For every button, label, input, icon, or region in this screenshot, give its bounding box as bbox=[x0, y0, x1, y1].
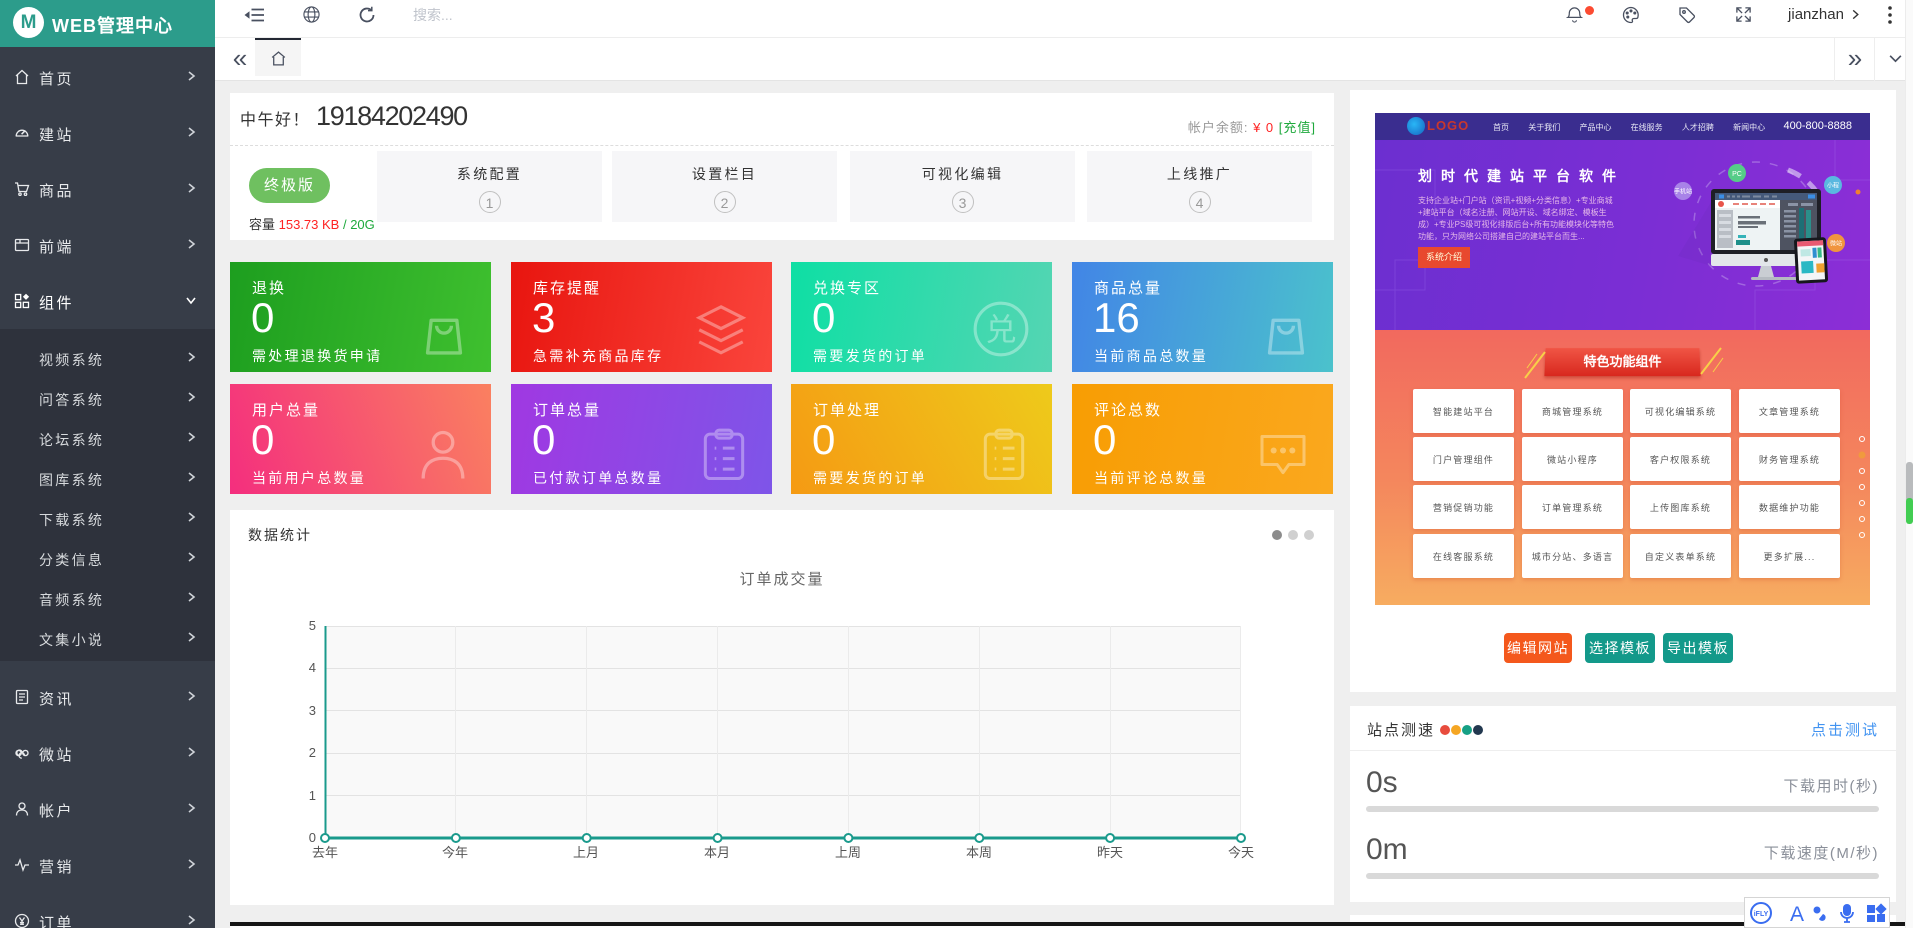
svg-text:2: 2 bbox=[309, 745, 316, 760]
svg-text:上月: 上月 bbox=[573, 845, 599, 860]
svg-text:A: A bbox=[1790, 903, 1804, 926]
svg-text:兑: 兑 bbox=[986, 313, 1017, 348]
svg-text:0: 0 bbox=[309, 830, 316, 845]
svg-text:本周: 本周 bbox=[966, 845, 992, 860]
svg-text:今年: 今年 bbox=[442, 845, 468, 860]
svg-text:本月: 本月 bbox=[704, 845, 730, 860]
svg-text:5: 5 bbox=[309, 618, 316, 633]
svg-text:3: 3 bbox=[309, 703, 316, 718]
svg-text:上周: 上周 bbox=[835, 845, 861, 860]
svg-text:微站: 微站 bbox=[1830, 240, 1842, 248]
svg-text:去年: 去年 bbox=[312, 845, 338, 860]
svg-text:PC: PC bbox=[1732, 171, 1742, 178]
svg-text:iFLY: iFLY bbox=[1754, 911, 1769, 918]
svg-text:4: 4 bbox=[309, 660, 316, 675]
svg-text:昨天: 昨天 bbox=[1097, 845, 1123, 860]
svg-text:小程: 小程 bbox=[1827, 182, 1839, 190]
svg-text:手机站: 手机站 bbox=[1674, 188, 1692, 196]
svg-text:今天: 今天 bbox=[1228, 845, 1254, 860]
svg-text:1: 1 bbox=[309, 788, 316, 803]
